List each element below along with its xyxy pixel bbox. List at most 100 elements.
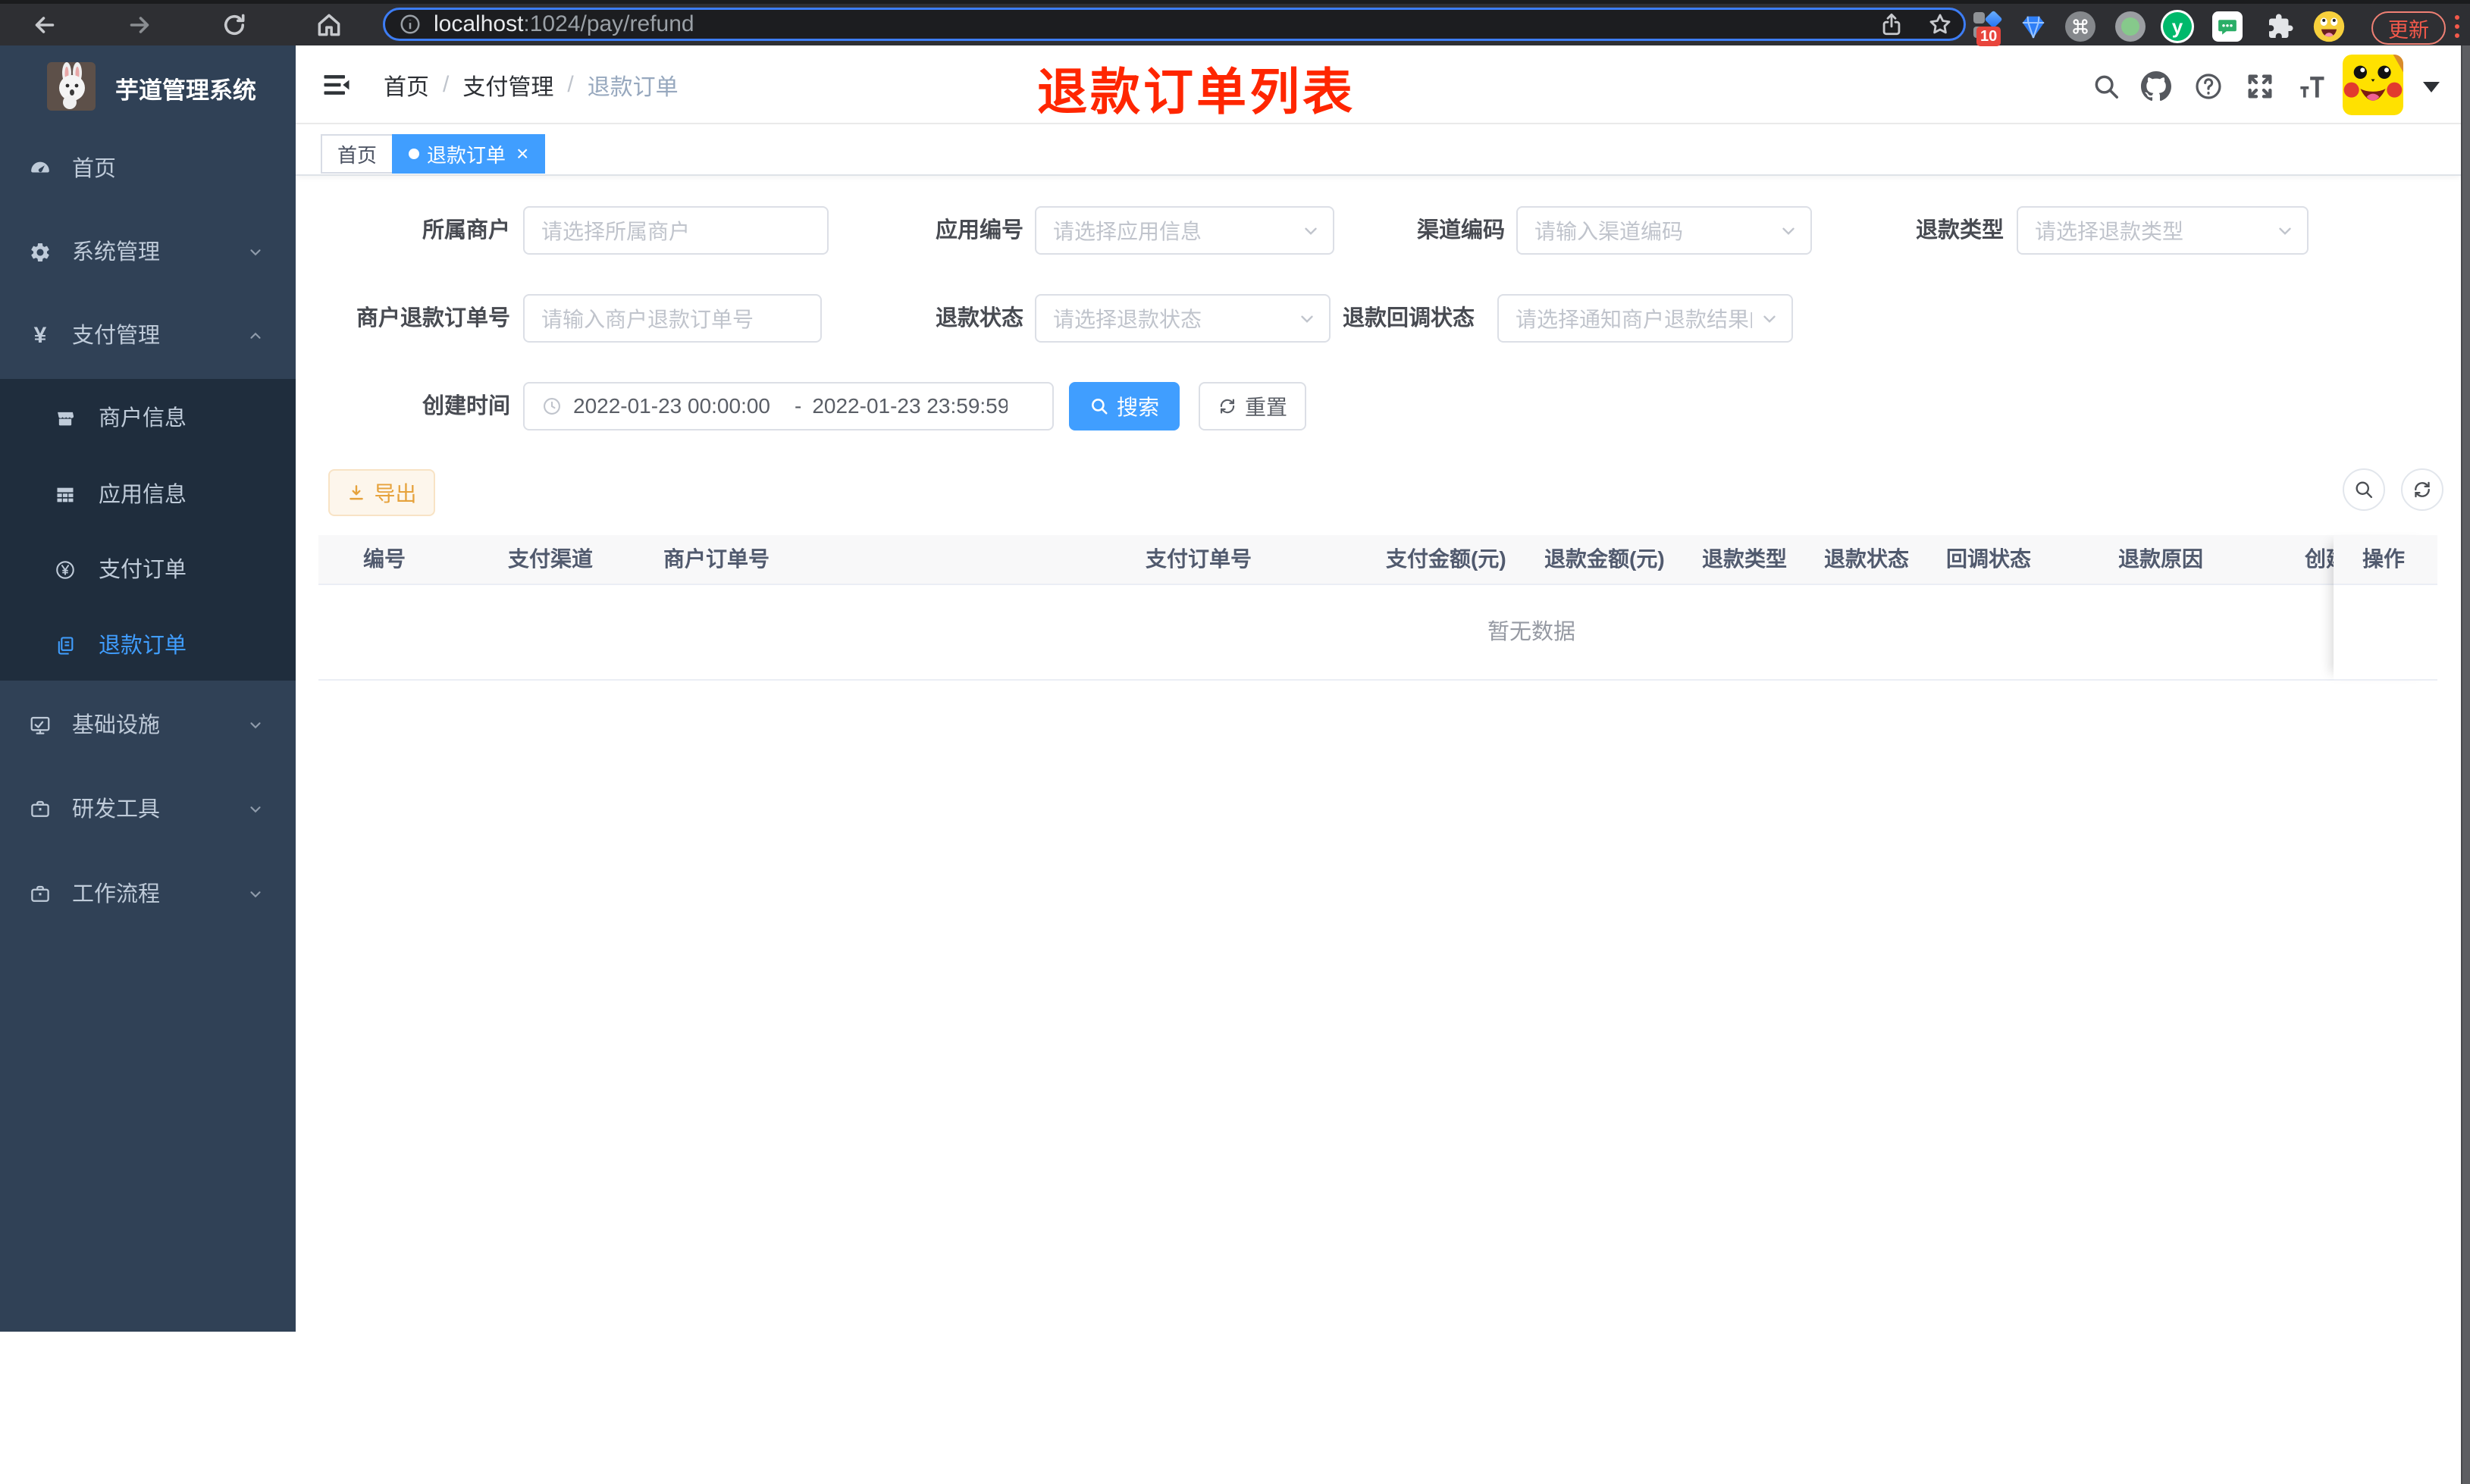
- sidebar-item-label: 工作流程: [72, 882, 161, 906]
- sidebar-item-label: 系统管理: [72, 240, 161, 265]
- refund-type-placeholder: 请选择退款类型: [2035, 220, 2184, 243]
- export-button[interactable]: 导出: [328, 469, 435, 516]
- search-icon: [2356, 481, 2373, 499]
- home-icon: [318, 14, 340, 36]
- download-icon: [349, 485, 364, 500]
- merchant-input[interactable]: 请选择所属商户: [523, 206, 829, 255]
- github-icon: [2141, 71, 2171, 102]
- page-scrollbar[interactable]: [2461, 45, 2470, 1484]
- forward-button[interactable]: [124, 9, 155, 41]
- github-link[interactable]: [2139, 70, 2173, 103]
- monitor-icon: [28, 713, 52, 737]
- export-button-label: 导出: [374, 482, 417, 506]
- table-body: 暂无数据: [318, 585, 2437, 681]
- sidebar-item-pay-order[interactable]: 支付订单: [0, 549, 296, 591]
- channel-select[interactable]: 请输入渠道编码: [1516, 206, 1812, 255]
- back-button[interactable]: [29, 9, 61, 41]
- sidebar-item-refund-order[interactable]: 退款订单: [0, 625, 296, 667]
- channel-placeholder: 请输入渠道编码: [1534, 220, 1684, 243]
- top-navbar: 首页 / 支付管理 / 退款订单 退款订单列表: [296, 45, 2461, 124]
- browser-update-button[interactable]: 更新: [2371, 11, 2446, 45]
- extension-gem-icon[interactable]: [2017, 10, 2050, 43]
- notify-status-select[interactable]: 请选择通知商户退款结果的: [1497, 294, 1793, 343]
- extension-yuque-icon[interactable]: y: [2161, 10, 2194, 43]
- home-button[interactable]: [313, 9, 345, 41]
- sidebar-item-merchant-info[interactable]: 商户信息: [0, 397, 296, 440]
- header-search-button[interactable]: [2089, 70, 2123, 103]
- profile-emoji-avatar[interactable]: [2312, 10, 2346, 43]
- font-size-button[interactable]: [2295, 70, 2328, 103]
- extension-blocker-icon[interactable]: 10: [1972, 10, 2005, 46]
- col-pay-channel: 支付渠道: [508, 547, 594, 571]
- col-refund-amount: 退款金额(元): [1544, 547, 1665, 571]
- chevron-down-icon: [247, 801, 264, 818]
- sidebar-item-dev-tools[interactable]: 研发工具: [0, 787, 296, 832]
- sidebar-item-home[interactable]: 首页: [0, 146, 296, 192]
- col-refund-type: 退款类型: [1702, 547, 1788, 571]
- table-search-toggle-button[interactable]: [2343, 468, 2385, 511]
- address-bar[interactable]: localhost:1024/pay/refund: [383, 8, 1966, 41]
- chevron-down-icon: [1301, 221, 1321, 241]
- refund-type-select[interactable]: 请选择退款类型: [2017, 206, 2309, 255]
- reload-button[interactable]: [218, 9, 250, 41]
- col-create-time: 创建时间: [2305, 547, 2334, 571]
- col-action: 操作: [2362, 547, 2406, 571]
- browser-menu-button[interactable]: [2447, 10, 2467, 43]
- user-avatar[interactable]: [2343, 55, 2403, 115]
- tag-home[interactable]: 首页: [321, 134, 394, 174]
- storefront-icon: [55, 408, 76, 429]
- help-button[interactable]: [2192, 70, 2225, 103]
- sidebar-item-app-info[interactable]: 应用信息: [0, 474, 296, 516]
- col-pay-order-no: 支付订单号: [1146, 547, 1252, 571]
- bookmark-star-icon[interactable]: [1927, 11, 1953, 37]
- sidebar-collapse-button[interactable]: [320, 68, 353, 102]
- avatar-caret-icon[interactable]: [2423, 82, 2440, 92]
- chevron-down-icon: [247, 244, 264, 261]
- url-path: :1024/pay/refund: [523, 11, 694, 36]
- tag-refund-order[interactable]: 退款订单 ×: [392, 134, 546, 174]
- clock-icon: [544, 398, 560, 415]
- fullscreen-button[interactable]: [2243, 70, 2277, 103]
- col-refund-reason: 退款原因: [2118, 547, 2204, 571]
- sidebar: 芋道管理系统 首页 系统管理 ¥ 支付管理 商户信息 应用信息 支付订单 退款订…: [0, 45, 296, 1332]
- sidebar-item-infrastructure[interactable]: 基础设施: [0, 703, 296, 748]
- briefcase-icon: [28, 882, 52, 906]
- table-refresh-button[interactable]: [2401, 468, 2443, 511]
- search-icon: [2095, 75, 2118, 99]
- app-title: 芋道管理系统: [115, 77, 256, 104]
- sidebar-item-label: 商户信息: [99, 406, 187, 430]
- app-logo: [47, 62, 96, 111]
- date-start-value: 2022-01-23 00:00:00: [573, 394, 770, 418]
- reset-button[interactable]: 重置: [1199, 382, 1306, 430]
- sidebar-item-system[interactable]: 系统管理: [0, 230, 296, 275]
- extension-circle-icon[interactable]: [2114, 10, 2147, 43]
- breadcrumb-payment[interactable]: 支付管理: [462, 68, 553, 102]
- share-icon[interactable]: [1879, 11, 1904, 37]
- extension-command-icon[interactable]: [2064, 10, 2097, 43]
- sidebar-item-workflow[interactable]: 工作流程: [0, 872, 296, 917]
- refresh-icon: [1220, 399, 1235, 414]
- chevron-down-icon: [1779, 221, 1798, 241]
- merchant-refund-no-input[interactable]: 请输入商户退款订单号: [523, 294, 822, 343]
- browser-toolbar: localhost:1024/pay/refund 10 y 更新: [0, 0, 2470, 46]
- url-host: localhost: [434, 11, 524, 36]
- close-icon[interactable]: ×: [516, 143, 528, 164]
- chevron-down-icon: [247, 717, 264, 734]
- app-placeholder: 请选择应用信息: [1053, 220, 1202, 243]
- main-content: 首页 / 支付管理 / 退款订单 退款订单列表 首页 退款订单 × 所属商户 请…: [296, 45, 2461, 1484]
- create-time-range-input[interactable]: 2022-01-23 00:00:00 - 2022-01-23 23:59:5…: [523, 382, 1054, 430]
- extensions-puzzle-icon[interactable]: [2264, 10, 2297, 43]
- refund-status-placeholder: 请选择退款状态: [1053, 308, 1202, 331]
- merchant-refund-no-placeholder: 请输入商户退款订单号: [541, 308, 754, 331]
- breadcrumb-home[interactable]: 首页: [384, 68, 429, 102]
- reset-button-label: 重置: [1244, 396, 1287, 419]
- sidebar-item-payment[interactable]: ¥ 支付管理: [0, 313, 296, 358]
- briefcase-icon: [28, 797, 52, 822]
- forward-icon: [130, 17, 149, 33]
- breadcrumb-current: 退款订单: [587, 75, 679, 100]
- extension-chat-icon[interactable]: [2211, 10, 2244, 43]
- app-select[interactable]: 请选择应用信息: [1035, 206, 1334, 255]
- merchant-label: 所属商户: [422, 218, 510, 243]
- inner-dot-icon: [2121, 17, 2139, 36]
- search-button[interactable]: 搜索: [1069, 382, 1180, 430]
